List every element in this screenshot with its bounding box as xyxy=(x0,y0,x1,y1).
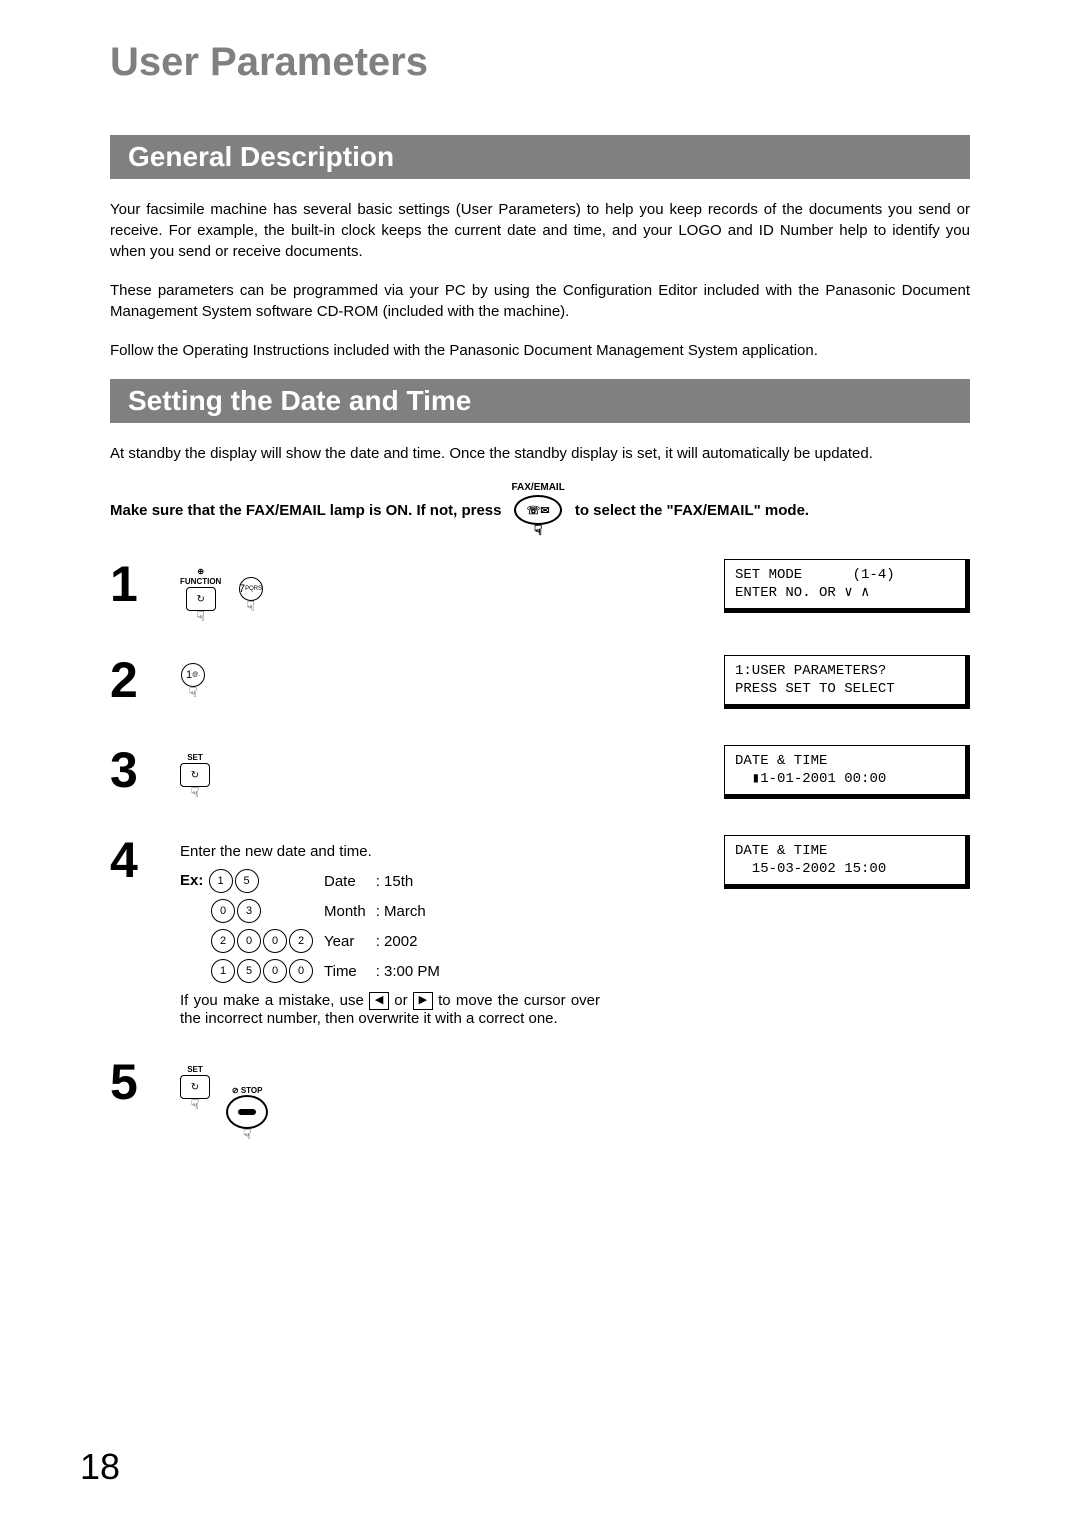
set-label: SET xyxy=(187,1065,203,1074)
key-1-sub: @. xyxy=(192,672,200,678)
hand-icon: ☟ xyxy=(534,522,543,539)
general-p1: Your facsimile machine has several basic… xyxy=(110,199,970,262)
digit-key: 0 xyxy=(263,959,287,983)
entry-label: Month xyxy=(324,896,376,926)
step4-entry-table: Ex: 15Date: 15th03Month: March2002Year: … xyxy=(180,866,450,986)
display-step4: DATE & TIME 15-03-2002 15:00 xyxy=(724,835,970,889)
entry-value: : March xyxy=(376,896,450,926)
hand-icon: ☟ xyxy=(243,1126,252,1143)
step-4: 4 Enter the new date and time. Ex: 15Dat… xyxy=(110,835,970,1027)
arrow-right-icon: ▶ xyxy=(413,992,433,1010)
entry-label: Date xyxy=(324,866,376,896)
entry-label: Year xyxy=(324,926,376,956)
entry-keys: 03 xyxy=(180,896,324,926)
fax-email-label: FAX/EMAIL xyxy=(511,482,564,493)
digit-key: 5 xyxy=(235,869,259,893)
datetime-intro: At standby the display will show the dat… xyxy=(110,443,970,464)
step-2-number: 2 xyxy=(110,655,180,705)
key-1: 1@. ☟ xyxy=(180,663,206,701)
fax-email-button: FAX/EMAIL ☏✉ ☟ xyxy=(511,482,564,539)
entry-row: 03Month: March xyxy=(180,896,450,926)
page-number: 18 xyxy=(80,1446,120,1488)
stop-label: ⊘ STOP xyxy=(232,1086,263,1095)
display-step1: SET MODE (1-4) ENTER NO. OR ∨ ∧ xyxy=(724,559,970,613)
digit-key: 0 xyxy=(289,959,313,983)
step-5: 5 SET ↻ ☟ ⊘ STOP ☟ xyxy=(110,1057,970,1143)
stop-button: ⊘ STOP ☟ xyxy=(226,1086,268,1143)
key-7: 7PQRS ☟ xyxy=(238,577,264,615)
stop-icon xyxy=(226,1095,268,1129)
digit-key: 0 xyxy=(237,929,261,953)
section-setting-date-time: Setting the Date and Time xyxy=(110,379,970,423)
entry-label: Time xyxy=(324,956,376,986)
page-title: User Parameters xyxy=(110,40,970,85)
entry-value: : 2002 xyxy=(376,926,450,956)
entry-row: Ex: 15Date: 15th xyxy=(180,866,450,896)
function-button: ⊕ FUNCTION ↻ ☟ xyxy=(180,567,221,625)
set-button: SET ↻ ☟ xyxy=(180,1065,210,1113)
digit-key: 1 xyxy=(211,959,235,983)
set-button: SET ↻ ☟ xyxy=(180,753,210,801)
entry-keys: Ex: 15 xyxy=(180,866,324,896)
hand-icon: ☟ xyxy=(246,598,255,615)
step-1-number: 1 xyxy=(110,559,180,609)
make-sure-post: to select the "FAX/EMAIL" mode. xyxy=(575,502,809,519)
step-1: 1 ⊕ FUNCTION ↻ ☟ 7PQRS ☟ SET MODE (1-4) … xyxy=(110,559,970,625)
digit-key: 0 xyxy=(263,929,287,953)
entry-value: : 15th xyxy=(376,866,450,896)
hand-icon: ☟ xyxy=(196,608,205,625)
make-sure-pre: Make sure that the FAX/EMAIL lamp is ON.… xyxy=(110,502,501,519)
make-sure-line: Make sure that the FAX/EMAIL lamp is ON.… xyxy=(110,482,970,539)
entry-row: 1500Time: 3:00 PM xyxy=(180,956,450,986)
section-general-description: General Description xyxy=(110,135,970,179)
display-step2: 1:USER PARAMETERS? PRESS SET TO SELECT xyxy=(724,655,970,709)
general-p2: These parameters can be programmed via y… xyxy=(110,280,970,322)
digit-key: 0 xyxy=(211,899,235,923)
digit-key: 2 xyxy=(211,929,235,953)
step4-line1: Enter the new date and time. xyxy=(180,843,724,860)
arrow-left-icon: ◀ xyxy=(369,992,389,1010)
digit-key: 3 xyxy=(237,899,261,923)
step-3: 3 SET ↻ ☟ DATE & TIME ▮1-01-2001 00:00 xyxy=(110,745,970,805)
hand-icon: ☟ xyxy=(191,784,200,801)
entry-keys: 1500 xyxy=(180,956,324,986)
ex-label: Ex: xyxy=(180,872,208,889)
key-7-sub: PQRS xyxy=(245,586,262,592)
digit-key: 5 xyxy=(237,959,261,983)
hand-icon: ☟ xyxy=(189,684,198,701)
general-p3: Follow the Operating Instructions includ… xyxy=(110,340,970,361)
set-label: SET xyxy=(187,753,203,762)
step-2: 2 1@. ☟ 1:USER PARAMETERS? PRESS SET TO … xyxy=(110,655,970,715)
step4-note: If you make a mistake, use ◀ or ▶ to mov… xyxy=(180,992,600,1027)
hand-icon: ☟ xyxy=(191,1096,200,1113)
entry-row: 2002Year: 2002 xyxy=(180,926,450,956)
step-5-number: 5 xyxy=(110,1057,180,1107)
entry-keys: 2002 xyxy=(180,926,324,956)
step-3-number: 3 xyxy=(110,745,180,795)
function-label: FUNCTION xyxy=(180,577,221,586)
digit-key: 1 xyxy=(209,869,233,893)
digit-key: 2 xyxy=(289,929,313,953)
display-step3: DATE & TIME ▮1-01-2001 00:00 xyxy=(724,745,970,799)
entry-value: : 3:00 PM xyxy=(376,956,450,986)
step-4-number: 4 xyxy=(110,835,180,885)
fax-email-icon: ☏✉ xyxy=(514,495,562,525)
